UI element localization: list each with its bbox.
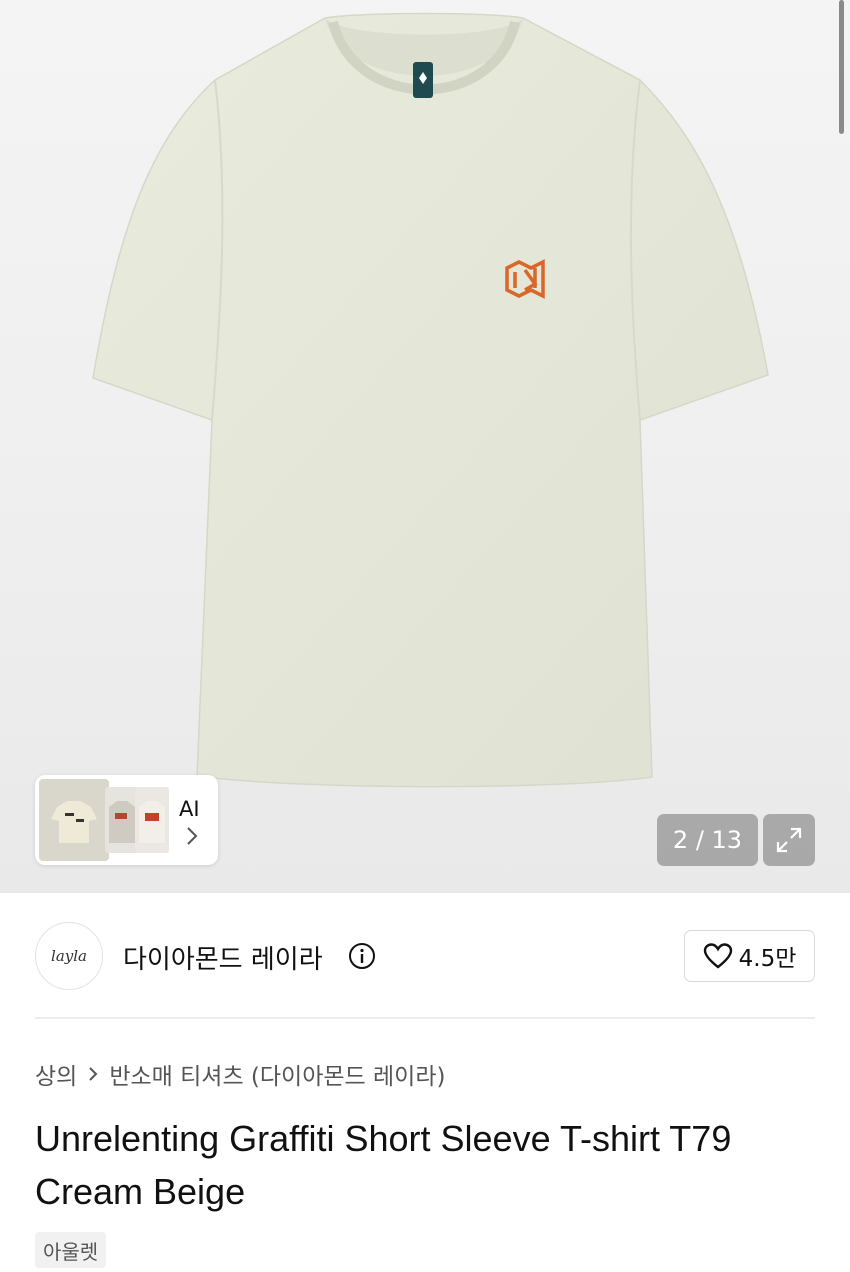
brand-row: layla 다이아몬드 레이라 4.5만 [35, 920, 815, 992]
thumbnail-image [135, 787, 169, 853]
divider [35, 1017, 815, 1019]
expand-button[interactable] [763, 814, 815, 866]
scrollbar[interactable] [839, 0, 844, 134]
thumbnail-image[interactable] [39, 779, 109, 861]
info-icon[interactable] [348, 942, 376, 970]
breadcrumb-item-top[interactable]: 상의 [35, 1057, 77, 1091]
like-button[interactable]: 4.5만 [684, 930, 815, 982]
thumbnail-image [105, 787, 139, 853]
chevron-right-icon [89, 1067, 98, 1081]
ai-label: AI [179, 797, 200, 821]
chevron-right-icon[interactable] [185, 825, 199, 847]
product-image-gallery[interactable]: AI 2 / 13 [0, 0, 850, 893]
outlet-tag: 아울렛 [35, 1232, 107, 1268]
brand-logo[interactable]: layla [35, 922, 103, 990]
product-title: Unrelenting Graffiti Short Sleeve T-shir… [35, 1118, 732, 1212]
breadcrumb: 상의 반소매 티셔츠 (다이아몬드 레이라) [35, 1057, 445, 1091]
brand-name[interactable]: 다이아몬드 레이라 [123, 939, 323, 976]
expand-icon [776, 827, 802, 853]
ai-thumbnail-strip[interactable]: AI [35, 775, 218, 865]
breadcrumb-item-category[interactable]: 반소매 티셔츠 (다이아몬드 레이라) [109, 1057, 445, 1091]
like-count: 4.5만 [738, 946, 797, 972]
heart-icon [703, 943, 732, 969]
image-counter: 2 / 13 [657, 814, 758, 866]
product-image [92, 12, 769, 788]
